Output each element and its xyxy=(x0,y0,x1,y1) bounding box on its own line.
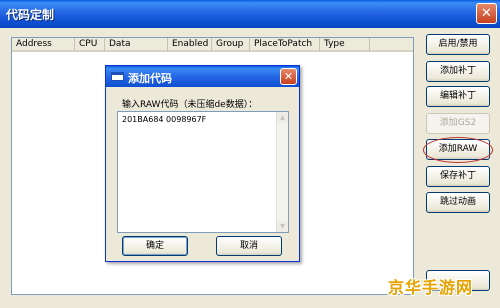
column-header-placetopatch[interactable]: PlaceToPatch xyxy=(250,38,320,52)
watermark-logo: 京华手游网 xyxy=(388,278,474,297)
skip-animation-button[interactable]: 跳过动画 xyxy=(426,192,490,213)
textarea-scrollbar[interactable]: ▲ ▼ xyxy=(276,112,288,232)
list-header: Address CPU Data Enabled Group PlaceToPa… xyxy=(12,38,413,52)
add-gs2-button: 添加GS2 xyxy=(426,113,490,134)
column-header-address[interactable]: Address xyxy=(12,38,75,52)
ok-button[interactable]: 确定 xyxy=(122,236,188,256)
add-code-dialog: 添加代码 ✕ 输入RAW代码（未压缩de数据）： 201BA684 009896… xyxy=(105,65,300,262)
column-header-cpu[interactable]: CPU xyxy=(75,38,105,52)
enable-disable-button[interactable]: 启用/禁用 xyxy=(426,34,490,55)
raw-code-value: 201BA684 0098967F xyxy=(122,115,207,124)
column-header-group[interactable]: Group xyxy=(212,38,250,52)
dialog-title-bar: 添加代码 ✕ xyxy=(106,66,299,87)
raw-code-prompt: 输入RAW代码（未压缩de数据）： xyxy=(122,100,258,110)
column-header-enabled[interactable]: Enabled xyxy=(168,38,212,52)
window-icon xyxy=(111,72,124,81)
scroll-down-icon[interactable]: ▼ xyxy=(277,221,288,232)
window-title: 代码定制 xyxy=(6,8,55,22)
column-header-filler xyxy=(370,38,413,52)
cancel-button[interactable]: 取消 xyxy=(216,236,282,256)
dialog-title: 添加代码 xyxy=(128,72,172,85)
raw-code-input[interactable]: 201BA684 0098967F ▲ ▼ xyxy=(117,111,289,233)
scroll-up-icon[interactable]: ▲ xyxy=(277,112,288,123)
column-header-type[interactable]: Type xyxy=(320,38,370,52)
add-raw-button[interactable]: 添加RAW xyxy=(426,139,490,160)
title-bar: 代码定制 ✕ xyxy=(0,0,500,28)
window-close-button[interactable]: ✕ xyxy=(476,3,497,24)
edit-patch-button[interactable]: 编辑补丁 xyxy=(426,86,490,107)
column-header-data[interactable]: Data xyxy=(105,38,168,52)
save-patch-button[interactable]: 保存补丁 xyxy=(426,166,490,187)
dialog-close-button[interactable]: ✕ xyxy=(280,68,297,85)
add-patch-button[interactable]: 添加补丁 xyxy=(426,61,490,82)
